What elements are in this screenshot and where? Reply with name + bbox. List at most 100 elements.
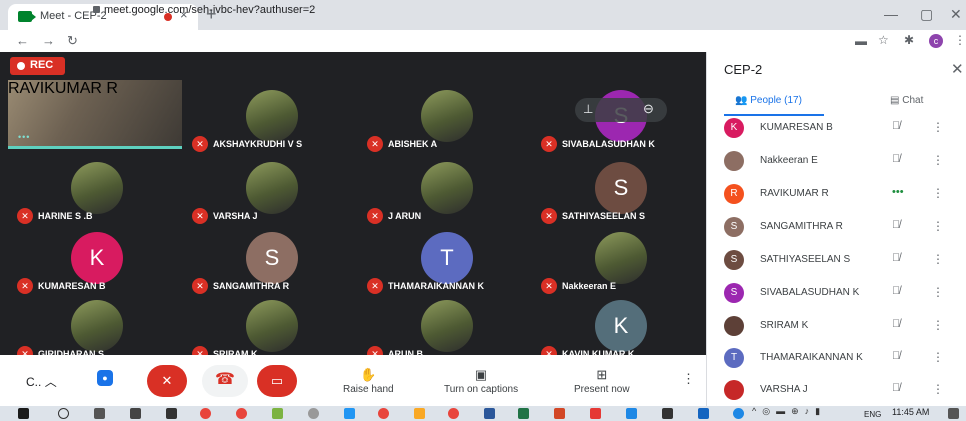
participant-tile[interactable]: S ✕ SATHIYASEELAN S (535, 160, 705, 228)
settings-icon[interactable] (130, 408, 141, 419)
participant-list-item[interactable]: SRIRAM K 🎙̸ ⋮ (706, 310, 966, 343)
participant-tile[interactable]: ✕ J ARUN (361, 160, 531, 228)
more-vert-icon[interactable]: ⋮ (932, 382, 944, 396)
mic-off-icon: 🎙̸ (892, 382, 901, 394)
app-icon[interactable] (662, 408, 673, 419)
address-bar[interactable]: meet.google.com/seh-ivbc-hev?authuser=2 (104, 4, 315, 16)
more-options-icon[interactable]: ⋮ (682, 371, 695, 387)
taskbar-clock[interactable]: 11:45 AM (892, 407, 929, 417)
pin-icon[interactable]: ⊥ (583, 102, 593, 116)
participant-initial-avatar: S (246, 232, 298, 284)
participant-tile[interactable]: S ✕ SANGAMITHRA R (186, 230, 356, 298)
app-icon[interactable] (272, 408, 283, 419)
store-icon[interactable] (166, 408, 177, 419)
extensions-icon[interactable]: ✱ (904, 33, 914, 47)
tab-people[interactable]: 👥 People (17) (735, 95, 802, 106)
mic-off-icon: ✕ (541, 278, 557, 294)
participant-list-item[interactable]: T THAMARAIKANNAN K 🎙̸ ⋮ (706, 342, 966, 375)
word-icon[interactable] (484, 408, 495, 419)
present-now-button[interactable]: ⊞ Present now (574, 367, 630, 395)
back-arrow-icon[interactable]: ← (16, 33, 29, 48)
people-icon: 👥 (735, 95, 751, 106)
participant-list-item[interactable]: R RAVIKUMAR R ••• ⋮ (706, 178, 966, 211)
participant-tile[interactable]: ✕ HARINE S .B (11, 160, 181, 228)
language-indicator[interactable]: ENG (864, 410, 881, 419)
raise-hand-button[interactable]: ✋ Raise hand (343, 367, 394, 395)
chrome-icon[interactable] (236, 408, 247, 419)
leave-call-button[interactable]: ☎ (202, 365, 248, 397)
participant-tile[interactable]: ✕ Nakkeeran E (535, 230, 705, 298)
speaking-indicator-icon: ••• (892, 186, 904, 198)
more-vert-icon[interactable]: ⋮ (932, 285, 944, 299)
participant-name: J ARUN (388, 211, 422, 221)
participant-initial-avatar: K (595, 300, 647, 352)
participant-tile[interactable]: ••• RAVIKUMAR R (8, 80, 182, 149)
system-tray-icons[interactable]: ^◎▬⊕♪▮ (752, 406, 826, 417)
participant-list-item[interactable]: K KUMARESAN B 🎙̸ ⋮ (706, 112, 966, 145)
search-icon[interactable] (58, 408, 69, 419)
forward-arrow-icon[interactable]: → (42, 33, 55, 48)
reload-icon[interactable]: ↻ (67, 33, 78, 49)
participant-tile[interactable]: T ✕ THAMARAIKANNAN K (361, 230, 531, 298)
participant-avatar (724, 380, 744, 400)
clock-app-icon[interactable] (308, 408, 319, 419)
panel-close-icon[interactable]: ✕ (951, 60, 964, 78)
participant-name: SANGAMITHRA R (760, 221, 843, 232)
participant-name: KUMARESAN B (760, 122, 833, 133)
participant-avatar: S (724, 250, 744, 270)
help-icon[interactable] (733, 408, 744, 419)
host-controls-shield-icon[interactable]: ● (97, 370, 113, 386)
minimize-button[interactable]: — (884, 6, 898, 22)
participant-list-item[interactable]: VARSHA J 🎙̸ ⋮ (706, 374, 966, 407)
participant-tile[interactable]: ✕ ABISHEK A (361, 88, 531, 156)
notifications-icon[interactable] (948, 408, 959, 419)
mic-toggle-button[interactable]: ✕ (147, 365, 187, 397)
more-vert-icon[interactable]: ⋮ (932, 318, 944, 332)
participant-photo (595, 232, 647, 284)
more-vert-icon[interactable]: ⋮ (932, 350, 944, 364)
browser-menu-icon[interactable]: ⋮ (954, 33, 966, 47)
calendar-icon[interactable] (626, 408, 637, 419)
camera-indicator-icon[interactable]: ▬ (855, 34, 867, 48)
raise-hand-label: Raise hand (343, 384, 394, 395)
maximize-button[interactable]: ▢ (920, 6, 933, 23)
file-explorer-icon[interactable] (414, 408, 425, 419)
more-vert-icon[interactable]: ⋮ (932, 252, 944, 266)
bookmark-star-icon[interactable]: ☆ (878, 33, 889, 47)
pdf-reader-icon[interactable] (590, 408, 601, 419)
more-vert-icon[interactable]: ⋮ (932, 186, 944, 200)
window-close-button[interactable]: ✕ (950, 6, 962, 23)
powerpoint-icon[interactable] (554, 408, 565, 419)
participant-name: Nakkeeran E (760, 155, 818, 166)
hand-icon: ✋ (360, 367, 377, 382)
chrome-icon[interactable] (448, 408, 459, 419)
participant-list-item[interactable]: Nakkeeran E 🎙̸ ⋮ (706, 145, 966, 178)
chrome-icon[interactable] (378, 408, 389, 419)
chrome-icon[interactable] (200, 408, 211, 419)
meeting-details-button[interactable]: C.. ︿ (26, 373, 57, 390)
app-icon[interactable] (698, 408, 709, 419)
camera-toggle-button[interactable]: ▭ (257, 365, 297, 397)
captions-label: Turn on captions (444, 384, 519, 395)
task-view-icon[interactable] (94, 408, 105, 419)
participant-name: SATHIYASEELAN S (562, 211, 646, 221)
telegram-icon[interactable] (344, 408, 355, 419)
participant-tile[interactable]: ✕ VARSHA J (186, 160, 356, 228)
more-vert-icon[interactable]: ⋮ (932, 219, 944, 233)
profile-avatar[interactable]: c (929, 34, 943, 48)
participant-tile[interactable]: K ✕ KUMARESAN B (11, 230, 181, 298)
participant-list-item[interactable]: S SIVABALASUDHAN K 🎙̸ ⋮ (706, 277, 966, 310)
captions-button[interactable]: ▣ Turn on captions (444, 367, 518, 395)
start-icon[interactable] (18, 408, 29, 419)
participant-tile[interactable]: ✕ AKSHAYKRUDHI V S (186, 88, 356, 156)
more-vert-icon[interactable]: ⋮ (932, 120, 944, 134)
tab-chat[interactable]: ▤ Chat (890, 95, 923, 106)
hang-up-icon: ☎ (215, 371, 235, 388)
participant-list-item[interactable]: S SANGAMITHRA R 🎙̸ ⋮ (706, 211, 966, 244)
participant-list-item[interactable]: S SATHIYASEELAN S 🎙̸ ⋮ (706, 244, 966, 277)
more-vert-icon[interactable]: ⋮ (932, 153, 944, 167)
remove-icon[interactable]: ⊖ (643, 101, 654, 117)
excel-icon[interactable] (518, 408, 529, 419)
mic-off-icon: ✕ (161, 373, 173, 388)
lock-icon[interactable] (93, 6, 100, 13)
